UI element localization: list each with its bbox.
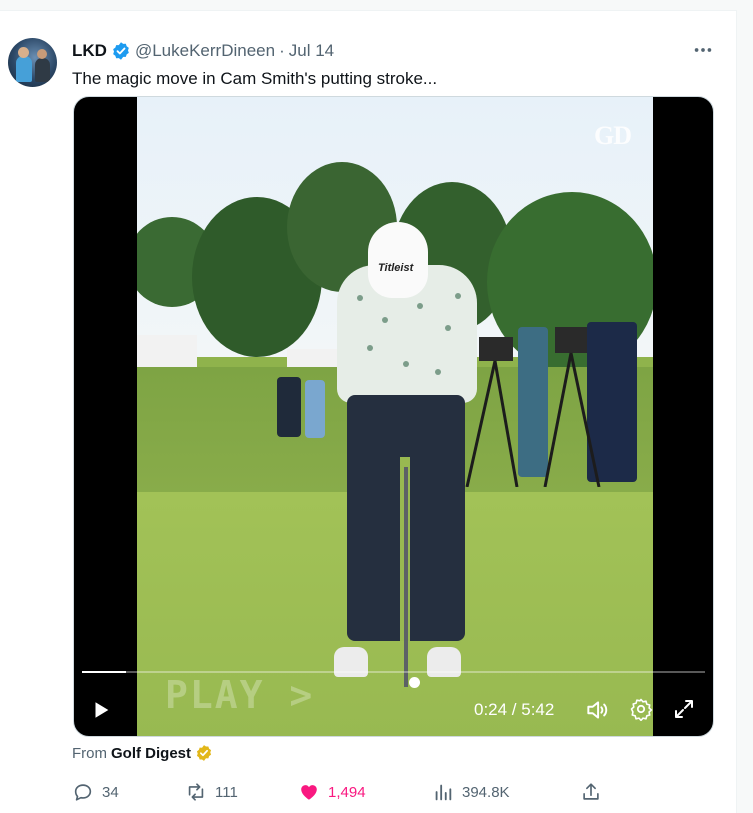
progress-bar[interactable] [82, 671, 705, 673]
retweet-count: 111 [215, 783, 238, 801]
tweet-header: LKD @LukeKerrDineen · Jul 14 [72, 40, 334, 62]
settings-icon[interactable] [629, 697, 655, 723]
cap-logo: Titleist [378, 262, 414, 274]
video-frame[interactable]: Titleist GD PLAY > [137, 97, 653, 736]
golfer-cap [368, 222, 428, 298]
reply-button[interactable]: 34 [72, 778, 119, 806]
separator-dot: · [279, 41, 285, 60]
author-handle[interactable]: @LukeKerrDineen [135, 41, 275, 61]
tweet-date[interactable]: Jul 14 [289, 41, 334, 61]
action-bar: 34 111 1,494 394.8K [72, 778, 632, 806]
volume-icon[interactable] [584, 697, 610, 723]
retweet-button[interactable]: 111 [185, 778, 238, 806]
reply-icon [74, 784, 92, 801]
heart-icon [301, 785, 317, 800]
video-overlay-text: PLAY > [165, 673, 315, 717]
retweet-icon [188, 783, 204, 801]
avatar[interactable] [8, 38, 57, 87]
views-icon [435, 784, 452, 801]
golf-ball [409, 677, 420, 688]
video-watermark: GD [594, 121, 632, 150]
source-name[interactable]: Golf Digest [111, 745, 191, 762]
video-time: 0:24 / 5:42 [474, 700, 555, 719]
progress-fill [82, 671, 126, 673]
verified-icon [111, 41, 131, 61]
tweet-text: The magic move in Cam Smith's putting st… [72, 69, 438, 88]
media-source: From Golf Digest [72, 744, 213, 762]
video-player[interactable]: Titleist GD PLAY > 0:24 / 5:42 [73, 96, 714, 737]
source-prefix: From [72, 744, 107, 762]
gold-badge-icon [195, 744, 213, 762]
putter [404, 467, 408, 687]
play-icon[interactable] [88, 697, 114, 723]
views-button[interactable]: 394.8K [432, 778, 510, 806]
author-name[interactable]: LKD [72, 41, 107, 61]
view-count: 394.8K [462, 783, 510, 801]
like-button[interactable]: 1,494 [298, 778, 366, 806]
more-icon[interactable] [689, 38, 717, 62]
share-icon [583, 783, 599, 800]
reply-count: 34 [102, 783, 119, 801]
fullscreen-icon[interactable] [672, 697, 698, 723]
share-button[interactable] [580, 778, 602, 806]
like-count: 1,494 [328, 783, 366, 801]
